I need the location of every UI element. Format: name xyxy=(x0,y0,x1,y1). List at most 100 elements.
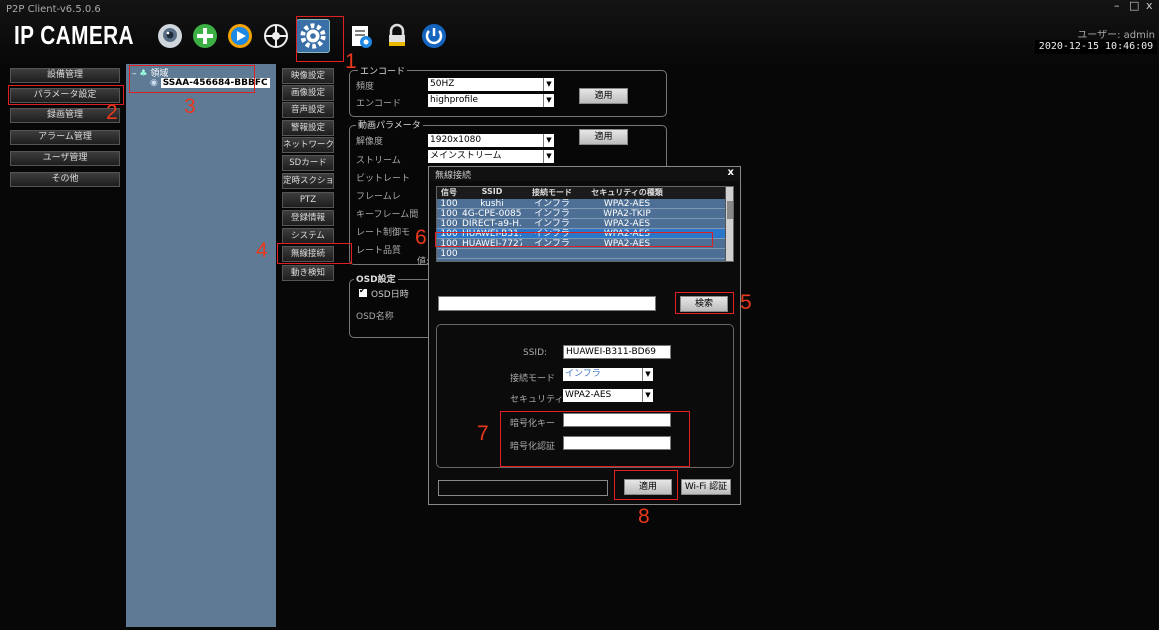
row-ssid: 4G-CPE-008567 xyxy=(462,209,522,219)
freq-select[interactable]: 50HZ ▼ xyxy=(428,78,554,91)
table-row[interactable]: 100 xyxy=(437,249,726,259)
submenu-audio-settings[interactable]: 音声設定 xyxy=(282,102,334,118)
menu-alarm-management[interactable]: アラーム管理 xyxy=(10,130,120,145)
resolution-label: 解像度 xyxy=(356,137,384,147)
table-row[interactable]: 100 kushi インフラ WPA2-AES xyxy=(437,199,726,209)
check-icon: ✔ xyxy=(359,286,366,295)
osd-datetime-checkbox[interactable]: ✔ xyxy=(359,286,367,297)
close-button[interactable]: x xyxy=(1146,0,1153,12)
keyframe-label: キーフレーム間 xyxy=(356,210,419,220)
osd-title: OSD設定 xyxy=(354,272,398,285)
row-mode: インフラ xyxy=(534,219,570,229)
search-input[interactable] xyxy=(438,296,656,311)
highlight-search xyxy=(675,292,734,314)
security-label: セキュリティ xyxy=(510,395,564,405)
dialog-close-icon[interactable]: x xyxy=(728,167,734,178)
encode-value: highprofile xyxy=(430,95,479,105)
power-icon[interactable] xyxy=(419,21,449,51)
row-signal: 100 xyxy=(440,209,458,219)
mode-select[interactable]: インフラ ▼ xyxy=(563,368,653,381)
submenu-system[interactable]: システム xyxy=(282,228,334,244)
mode-value: インフラ xyxy=(565,369,601,379)
table-row[interactable]: 100 4G-CPE-008567 インフラ WPA2-TKIP xyxy=(437,209,726,219)
camera-icon[interactable] xyxy=(155,21,185,51)
submenu-scheduled-snapshot[interactable]: 定時スクショ xyxy=(282,173,334,189)
playback-icon[interactable] xyxy=(225,21,255,51)
menu-device-management[interactable]: 設備管理 xyxy=(10,68,120,83)
bitrate-label: ビットレート xyxy=(356,174,411,184)
wifi-network-table: 信号 SSID 接続モード セキュリティの種類 100 kushi インフラ W… xyxy=(436,186,734,262)
minimize-button[interactable]: – xyxy=(1114,0,1120,12)
wifi-table-header: 信号 SSID 接続モード セキュリティの種類 xyxy=(437,187,726,199)
col-mode: 接続モード xyxy=(532,188,572,197)
submenu-image-settings[interactable]: 画像設定 xyxy=(282,85,334,101)
lock-icon[interactable] xyxy=(382,21,412,51)
video-apply-button[interactable]: 適用 xyxy=(579,129,628,145)
table-scrollbar[interactable] xyxy=(725,187,733,261)
ptz-icon[interactable] xyxy=(261,21,291,51)
freq-value: 50HZ xyxy=(430,79,455,89)
submenu-ptz[interactable]: PTZ xyxy=(282,192,334,208)
encode-apply-button[interactable]: 適用 xyxy=(579,88,628,104)
submenu-sd-card[interactable]: SDカード xyxy=(282,155,334,171)
step-number-5: 5 xyxy=(740,291,752,314)
encode-select[interactable]: highprofile ▼ xyxy=(428,94,554,107)
col-signal: 信号 xyxy=(441,188,457,197)
osd-name-label: OSD名称 xyxy=(356,312,394,322)
brand-logo: IP CAMERA xyxy=(14,20,134,50)
scrollbar-thumb[interactable] xyxy=(727,201,733,219)
submenu-registration-info[interactable]: 登録情報 xyxy=(282,210,334,226)
highlight-selected-network xyxy=(435,232,713,247)
log-icon[interactable] xyxy=(346,21,376,51)
highlight-key-fields xyxy=(500,411,690,467)
rate-quality-label: レート品質 xyxy=(356,246,402,256)
step-number-8: 8 xyxy=(638,505,650,528)
row-signal: 100 xyxy=(440,219,458,229)
dropdown-arrow-icon: ▼ xyxy=(543,78,554,91)
window-title: P2P Client-v6.5.0.6 xyxy=(6,4,101,15)
osd-datetime-label: OSD日時 xyxy=(371,290,409,300)
ssid-field[interactable]: HUAWEI-B311-BD69 xyxy=(563,345,671,359)
video-params-title: 動画パラメータ xyxy=(356,118,423,131)
resolution-value: 1920x1080 xyxy=(430,135,482,145)
wifi-auth-button[interactable]: Wi-Fi 認証 xyxy=(681,479,731,495)
stream-label: ストリーム xyxy=(356,156,401,166)
submenu-motion-detection[interactable]: 動き検知 xyxy=(282,265,334,281)
device-tree: – ♣ 領域 ◉ SSAA-456684-BBBFC xyxy=(126,64,276,627)
row-mode: インフラ xyxy=(534,199,570,209)
step-number-2: 2 xyxy=(106,101,118,124)
dropdown-arrow-icon: ▼ xyxy=(642,389,653,402)
security-select[interactable]: WPA2-AES ▼ xyxy=(563,389,653,402)
step-number-4: 4 xyxy=(256,239,268,262)
ssid-label: SSID: xyxy=(523,348,548,358)
table-row[interactable]: 100 DIRECT-a9-H... インフラ WPA2-AES xyxy=(437,219,726,229)
stream-value: メインストリーム xyxy=(430,151,502,161)
row-security: WPA2-AES xyxy=(603,199,651,209)
framerate-label: フレームレ xyxy=(356,192,401,202)
maximize-button[interactable]: □ xyxy=(1129,0,1139,12)
menu-other[interactable]: その他 xyxy=(10,172,120,187)
step-number-6: 6 xyxy=(415,226,427,249)
user-label: ユーザー: admin xyxy=(1077,30,1155,41)
row-signal: 100 xyxy=(440,199,458,209)
menu-user-management[interactable]: ユーザ管理 xyxy=(10,151,120,166)
highlight-apply xyxy=(614,470,678,500)
mode-label: 接続モード xyxy=(510,374,556,384)
submenu-alarm-settings[interactable]: 警報設定 xyxy=(282,120,334,136)
row-security: WPA2-TKIP xyxy=(603,209,651,219)
submenu-video-settings[interactable]: 映像設定 xyxy=(282,68,334,84)
encode-label: エンコード xyxy=(356,99,402,109)
add-icon[interactable] xyxy=(190,21,220,51)
stream-select[interactable]: メインストリーム ▼ xyxy=(428,150,554,163)
datetime-display: 2020-12-15 10:46:09 xyxy=(1035,40,1157,54)
submenu-network[interactable]: ネットワーク xyxy=(282,137,334,153)
menu-recording-management[interactable]: 録画管理 xyxy=(10,108,120,123)
freq-label: 頻度 xyxy=(356,82,375,92)
col-security: セキュリティの種類 xyxy=(591,188,663,197)
row-signal: 100 xyxy=(440,249,458,259)
step-number-1: 1 xyxy=(345,50,357,73)
dropdown-arrow-icon: ▼ xyxy=(543,94,554,107)
step-number-3: 3 xyxy=(184,95,196,118)
row-ssid: kushi xyxy=(480,199,504,209)
resolution-select[interactable]: 1920x1080 ▼ xyxy=(428,134,554,147)
